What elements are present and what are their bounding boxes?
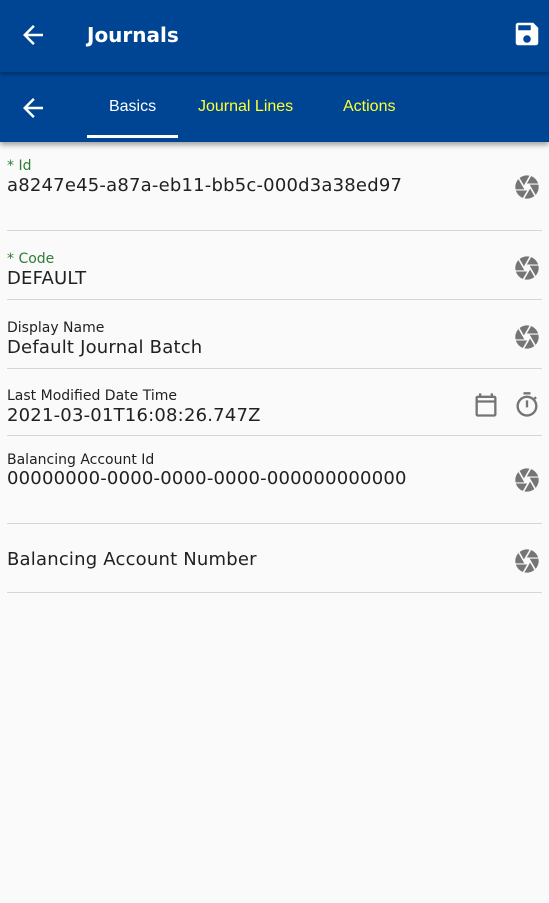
last-modified-label: Last Modified Date Time xyxy=(7,388,177,404)
page-title: Journals xyxy=(87,23,179,47)
tab-basics[interactable]: Basics xyxy=(87,72,178,138)
balancing-account-id-divider xyxy=(7,523,542,524)
aperture-icon[interactable] xyxy=(513,254,541,282)
save-icon[interactable] xyxy=(512,19,542,49)
id-field[interactable]: * Id a8247e45-a87a-eb11-bb5c-000d3a38ed9… xyxy=(7,158,542,232)
active-tab-indicator xyxy=(87,135,178,138)
id-divider xyxy=(7,230,542,231)
balancing-account-number-placeholder[interactable]: Balancing Account Number xyxy=(7,549,257,570)
tab-journal-lines[interactable]: Journal Lines xyxy=(198,72,293,138)
aperture-icon[interactable] xyxy=(513,466,541,494)
tab-bar: Basics Journal Lines Actions xyxy=(0,72,549,142)
aperture-icon[interactable] xyxy=(513,547,541,575)
balancing-account-id-value[interactable]: 00000000-0000-0000-0000-000000000000 xyxy=(7,468,407,489)
stopwatch-icon[interactable] xyxy=(513,391,541,419)
code-divider xyxy=(7,299,542,300)
balancing-account-id-label: Balancing Account Id xyxy=(7,452,155,468)
back-arrow-icon[interactable] xyxy=(18,20,48,50)
id-label: * Id xyxy=(7,158,32,174)
last-modified-field[interactable]: Last Modified Date Time 2021-03-01T16:08… xyxy=(7,388,542,438)
last-modified-value[interactable]: 2021-03-01T16:08:26.747Z xyxy=(7,405,261,426)
balancing-account-number-field[interactable]: Balancing Account Number xyxy=(7,545,542,595)
display-name-label: Display Name xyxy=(7,320,105,336)
aperture-icon[interactable] xyxy=(513,323,541,351)
tab-actions[interactable]: Actions xyxy=(343,72,395,138)
aperture-icon[interactable] xyxy=(513,173,541,201)
display-name-divider xyxy=(7,368,542,369)
code-label: * Code xyxy=(7,251,55,267)
code-field[interactable]: * Code DEFAULT xyxy=(7,251,542,301)
balancing-account-number-divider xyxy=(7,592,542,593)
last-modified-divider xyxy=(7,435,542,436)
calendar-icon[interactable] xyxy=(472,391,500,419)
display-name-value[interactable]: Default Journal Batch xyxy=(7,337,202,358)
app-bar: Journals xyxy=(0,0,549,72)
balancing-account-id-field[interactable]: Balancing Account Id 00000000-0000-0000-… xyxy=(7,452,542,524)
code-value[interactable]: DEFAULT xyxy=(7,268,86,289)
id-value[interactable]: a8247e45-a87a-eb11-bb5c-000d3a38ed97 xyxy=(7,175,402,196)
tab-back-arrow-icon[interactable] xyxy=(18,93,48,123)
display-name-field[interactable]: Display Name Default Journal Batch xyxy=(7,320,542,370)
